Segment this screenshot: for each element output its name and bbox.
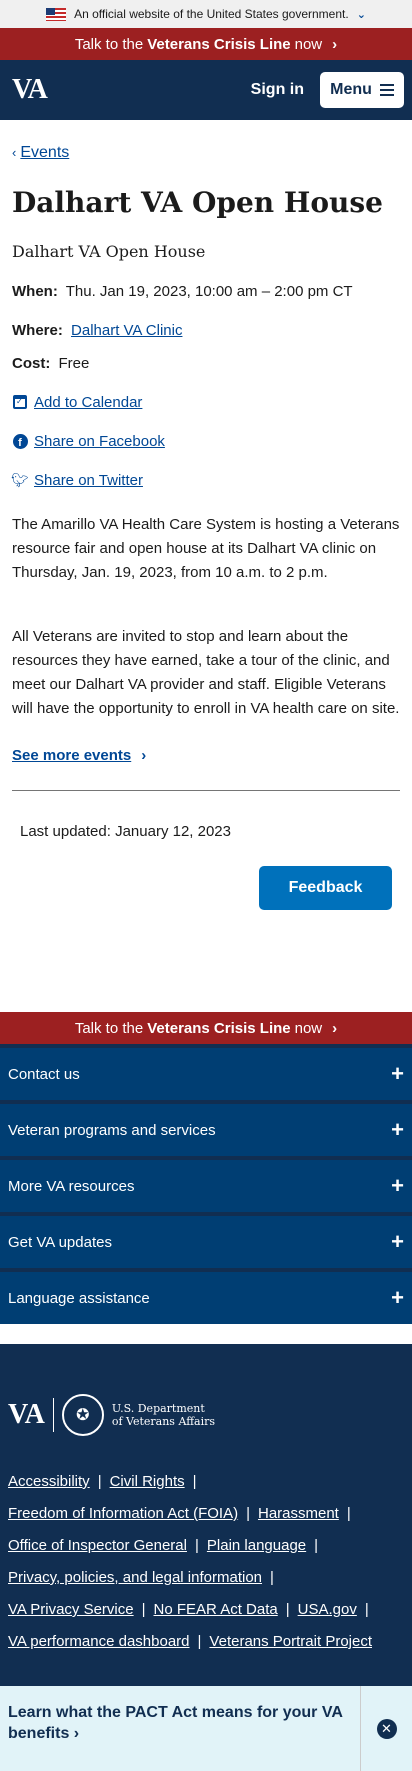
sign-in-button[interactable]: Sign in [251,81,304,99]
footer-link[interactable]: Accessibility [8,1473,90,1490]
accordion-veteran-programs[interactable]: Veteran programs and services + [0,1100,412,1156]
accordion-label: Contact us [8,1065,80,1083]
us-flag-icon [46,7,67,21]
accordion-label: Language assistance [8,1289,150,1307]
plus-icon: + [391,1117,404,1142]
footer-link[interactable]: Veterans Portrait Project [209,1633,372,1650]
accordion-more-resources[interactable]: More VA resources + [0,1156,412,1212]
footer-link[interactable]: Privacy, policies, and legal information [8,1569,262,1586]
footer-va-logo: VA [8,1399,45,1430]
dept-line-1: U.S. Department [111,1402,205,1415]
last-updated: Last updated: January 12, 2023 [20,822,231,840]
breadcrumb-events-link[interactable]: Events [20,144,69,161]
plus-icon: + [391,1173,404,1198]
share-facebook-link[interactable]: Share on Facebook [34,433,165,450]
crisis-bold: Veterans Crisis Line [147,1019,291,1037]
dept-line-2: of Veterans Affairs [111,1415,215,1428]
event-when: When: Thu. Jan 19, 2023, 10:00 am – 2:00… [12,283,400,300]
gov-banner[interactable]: An official website of the United States… [0,0,412,28]
facebook-icon: f [12,433,28,449]
when-value: Thu. Jan 19, 2023, 10:00 am – 2:00 pm CT [65,282,353,300]
menu-label: Menu [330,81,372,98]
main-content: ‹ Events Dalhart VA Open House Dalhart VA… [0,144,412,910]
crisis-suffix: now [294,1019,323,1037]
event-description-2: All Veterans are invited to stop and lea… [12,627,400,717]
footer-link[interactable]: Civil Rights [110,1473,185,1490]
cost-value: Free [58,354,90,372]
footer-link[interactable]: VA performance dashboard [8,1633,190,1650]
breadcrumb[interactable]: ‹ Events [12,144,400,162]
twitter-icon: 🐦︎ [11,471,29,488]
event-where: Where: Dalhart VA Clinic [12,322,400,339]
crisis-line-bar[interactable]: Talk to the Veterans Crisis Line now › [0,28,412,60]
footer-links: Accessibility | Civil Rights | Freedom of I… [8,1473,372,1650]
when-label: When: [12,282,58,300]
share-twitter[interactable]: 🐦︎ Share on Twitter [11,471,400,489]
footer-accordion: Contact us + Veteran programs and servic… [0,1044,412,1324]
pact-act-text: Learn what the PACT Act means for your V… [8,1704,343,1742]
see-more-label: See more events [12,746,132,764]
plus-icon: + [391,1229,404,1254]
department-name: U.S. Department of Veterans Affairs [112,1402,215,1428]
chevron-right-icon: › [332,1019,338,1037]
plus-icon: + [391,1285,404,1310]
chevron-right-icon: › [332,35,338,53]
crisis-bold: Veterans Crisis Line [147,35,291,53]
footer-link[interactable]: No FEAR Act Data [154,1601,278,1618]
share-facebook[interactable]: f Share on Facebook [12,433,400,450]
pact-close-button[interactable]: ✕ [360,1686,412,1771]
footer: VA ✪ U.S. Department of Veterans Affairs… [0,1344,412,1686]
feedback-button[interactable]: Feedback [259,865,392,910]
crisis-prefix: Talk to the [74,1019,144,1037]
accordion-label: More VA resources [8,1177,135,1195]
event-subtitle: Dalhart VA Open House [12,241,206,261]
pact-act-link[interactable]: Learn what the PACT Act means for your V… [0,1686,360,1771]
chevron-right-icon: › [73,1725,80,1742]
footer-crisis-line-bar[interactable]: Talk to the Veterans Crisis Line now › [0,1012,412,1044]
where-link[interactable]: Dalhart VA Clinic [71,322,182,339]
calendar-check-icon [13,395,27,410]
accordion-get-updates[interactable]: Get VA updates + [0,1212,412,1268]
accordion-label: Veteran programs and services [8,1121,216,1139]
plus-icon: + [391,1061,404,1086]
logo-divider [52,1398,54,1432]
where-label: Where: [12,321,63,339]
add-to-calendar[interactable]: Add to Calendar [12,394,400,411]
footer-link[interactable]: USA.gov [298,1601,357,1618]
va-logo[interactable]: VA [12,74,48,106]
chevron-right-icon: › [141,746,147,764]
see-more-events-link[interactable]: See more events › [12,747,400,764]
footer-link[interactable]: VA Privacy Service [8,1601,134,1618]
footer-link[interactable]: Office of Inspector General [8,1537,187,1554]
chevron-down-icon: ⌄ [356,8,366,21]
menu-button[interactable]: Menu [320,72,404,108]
chevron-left-icon: ‹ [12,145,17,160]
footer-logo[interactable]: VA ✪ U.S. Department of Veterans Affairs [8,1394,404,1436]
va-seal-icon: ✪ [61,1394,104,1436]
share-twitter-link[interactable]: Share on Twitter [34,472,143,489]
footer-link[interactable]: Harassment [258,1505,339,1522]
add-to-calendar-link[interactable]: Add to Calendar [34,394,142,411]
page-title: Dalhart VA Open House [12,186,383,219]
close-icon: ✕ [376,1718,397,1739]
crisis-suffix: now [294,35,323,53]
accordion-label: Get VA updates [8,1233,112,1251]
footer-link[interactable]: Freedom of Information Act (FOIA) [8,1505,238,1522]
hamburger-icon [379,84,394,96]
event-description-1: The Amarillo VA Health Care System is ho… [12,515,400,581]
event-cost: Cost: Free [12,355,400,372]
pact-act-banner: Learn what the PACT Act means for your V… [0,1686,412,1771]
accordion-contact-us[interactable]: Contact us + [0,1044,412,1100]
divider [12,789,400,791]
site-header: VA Sign in Menu [0,60,412,120]
crisis-prefix: Talk to the [74,35,144,53]
cost-label: Cost: [12,354,51,372]
gov-banner-text: An official website of the United States… [74,7,349,21]
accordion-language-assistance[interactable]: Language assistance + [0,1268,412,1324]
footer-link[interactable]: Plain language [207,1537,306,1554]
